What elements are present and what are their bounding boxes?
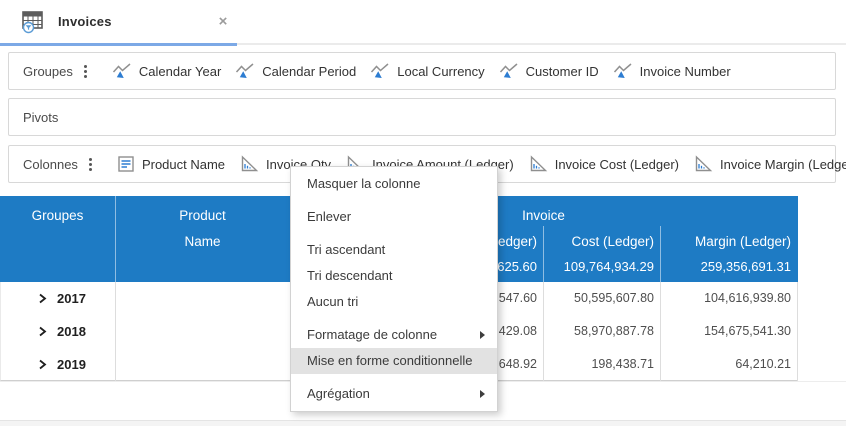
field-chip-calendar-period[interactable]: Calendar Period — [235, 62, 356, 81]
total-margin: 259,356,691.31 — [660, 255, 797, 279]
groups-panel: Groupes Calendar Year Calendar Period Lo… — [8, 52, 836, 90]
measure-icon — [528, 155, 548, 173]
bottom-edge — [0, 420, 846, 426]
pivots-label: Pivots — [23, 110, 58, 125]
margin-cell: 154,675,541.30 — [661, 315, 798, 348]
text-list-icon — [117, 155, 135, 173]
dimension-icon — [613, 62, 633, 81]
menu-item-masquer-la-colonne[interactable]: Masquer la colonne — [291, 171, 497, 197]
dimension-icon — [235, 62, 255, 81]
column-divider — [543, 226, 544, 282]
groups-label: Groupes — [23, 64, 73, 79]
header-cell-cost-ledger[interactable]: Cost (Ledger) — [543, 229, 660, 255]
active-tab-indicator — [0, 43, 237, 46]
dimension-icon — [112, 62, 132, 81]
chevron-right-icon — [37, 293, 48, 304]
column-divider — [115, 196, 116, 282]
submenu-arrow-icon — [480, 331, 485, 339]
menu-item-agregation[interactable]: Agrégation — [291, 381, 497, 407]
menu-item-mise-en-forme-conditionnelle[interactable]: Mise en forme conditionnelle — [291, 348, 497, 374]
menu-item-aucun-tri[interactable]: Aucun tri — [291, 289, 497, 315]
tab-title: Invoices — [58, 14, 112, 29]
product-cell — [116, 348, 291, 381]
product-cell — [116, 315, 291, 348]
menu-item-tri-descendant[interactable]: Tri descendant — [291, 263, 497, 289]
pivots-panel: Pivots — [8, 98, 836, 136]
year-label: 2017 — [57, 282, 86, 315]
cost-cell: 198,438.71 — [544, 348, 661, 381]
menu-item-tri-ascendant[interactable]: Tri ascendant — [291, 237, 497, 263]
chevron-right-icon — [37, 326, 48, 337]
groups-menu-icon[interactable] — [81, 62, 90, 81]
measure-icon — [239, 155, 259, 173]
field-chip-invoice-cost-ledger[interactable]: Invoice Cost (Ledger) — [528, 155, 679, 173]
group-toggle-2018[interactable]: 2018 — [1, 315, 116, 348]
header-cell-groupes[interactable]: Groupes — [0, 203, 115, 229]
chevron-right-icon — [37, 359, 48, 370]
menu-item-formatage-de-colonne[interactable]: Formatage de colonne — [291, 322, 497, 348]
field-chip-invoice-margin-ledger[interactable]: Invoice Margin (Ledger) — [693, 155, 846, 173]
group-toggle-2017[interactable]: 2017 — [1, 282, 116, 315]
cost-cell: 50,595,607.80 — [544, 282, 661, 315]
dimension-icon — [370, 62, 390, 81]
menu-item-enlever[interactable]: Enlever — [291, 204, 497, 230]
group-toggle-2019[interactable]: 2019 — [1, 348, 116, 381]
dimension-icon — [499, 62, 519, 81]
year-label: 2019 — [57, 348, 86, 381]
margin-cell: 104,616,939.80 — [661, 282, 798, 315]
field-chip-product-name[interactable]: Product Name — [117, 155, 225, 173]
tab-bar: Invoices × — [0, 0, 846, 46]
header-cell-margin-ledger[interactable]: Margin (Ledger) — [660, 229, 797, 255]
submenu-arrow-icon — [480, 390, 485, 398]
columns-menu-icon[interactable] — [86, 155, 95, 174]
tab-invoices[interactable]: Invoices × — [0, 0, 237, 43]
year-label: 2018 — [57, 315, 86, 348]
margin-cell: 64,210.21 — [661, 348, 798, 381]
cost-cell: 58,970,887.78 — [544, 315, 661, 348]
total-cost: 109,764,934.29 — [543, 255, 660, 279]
field-chip-local-currency[interactable]: Local Currency — [370, 62, 484, 81]
measure-icon — [693, 155, 713, 173]
column-context-menu: Masquer la colonne Enlever Tri ascendant… — [290, 166, 498, 412]
product-cell — [116, 282, 291, 315]
columns-label: Colonnes — [23, 157, 78, 172]
column-divider — [660, 226, 661, 282]
close-icon[interactable]: × — [214, 0, 232, 43]
field-chip-calendar-year[interactable]: Calendar Year — [112, 62, 221, 81]
field-chip-invoice-number[interactable]: Invoice Number — [613, 62, 731, 81]
header-cell-product-name[interactable]: Product Name — [115, 203, 290, 255]
field-chip-customer-id[interactable]: Customer ID — [499, 62, 599, 81]
grid-filter-icon — [20, 9, 46, 35]
